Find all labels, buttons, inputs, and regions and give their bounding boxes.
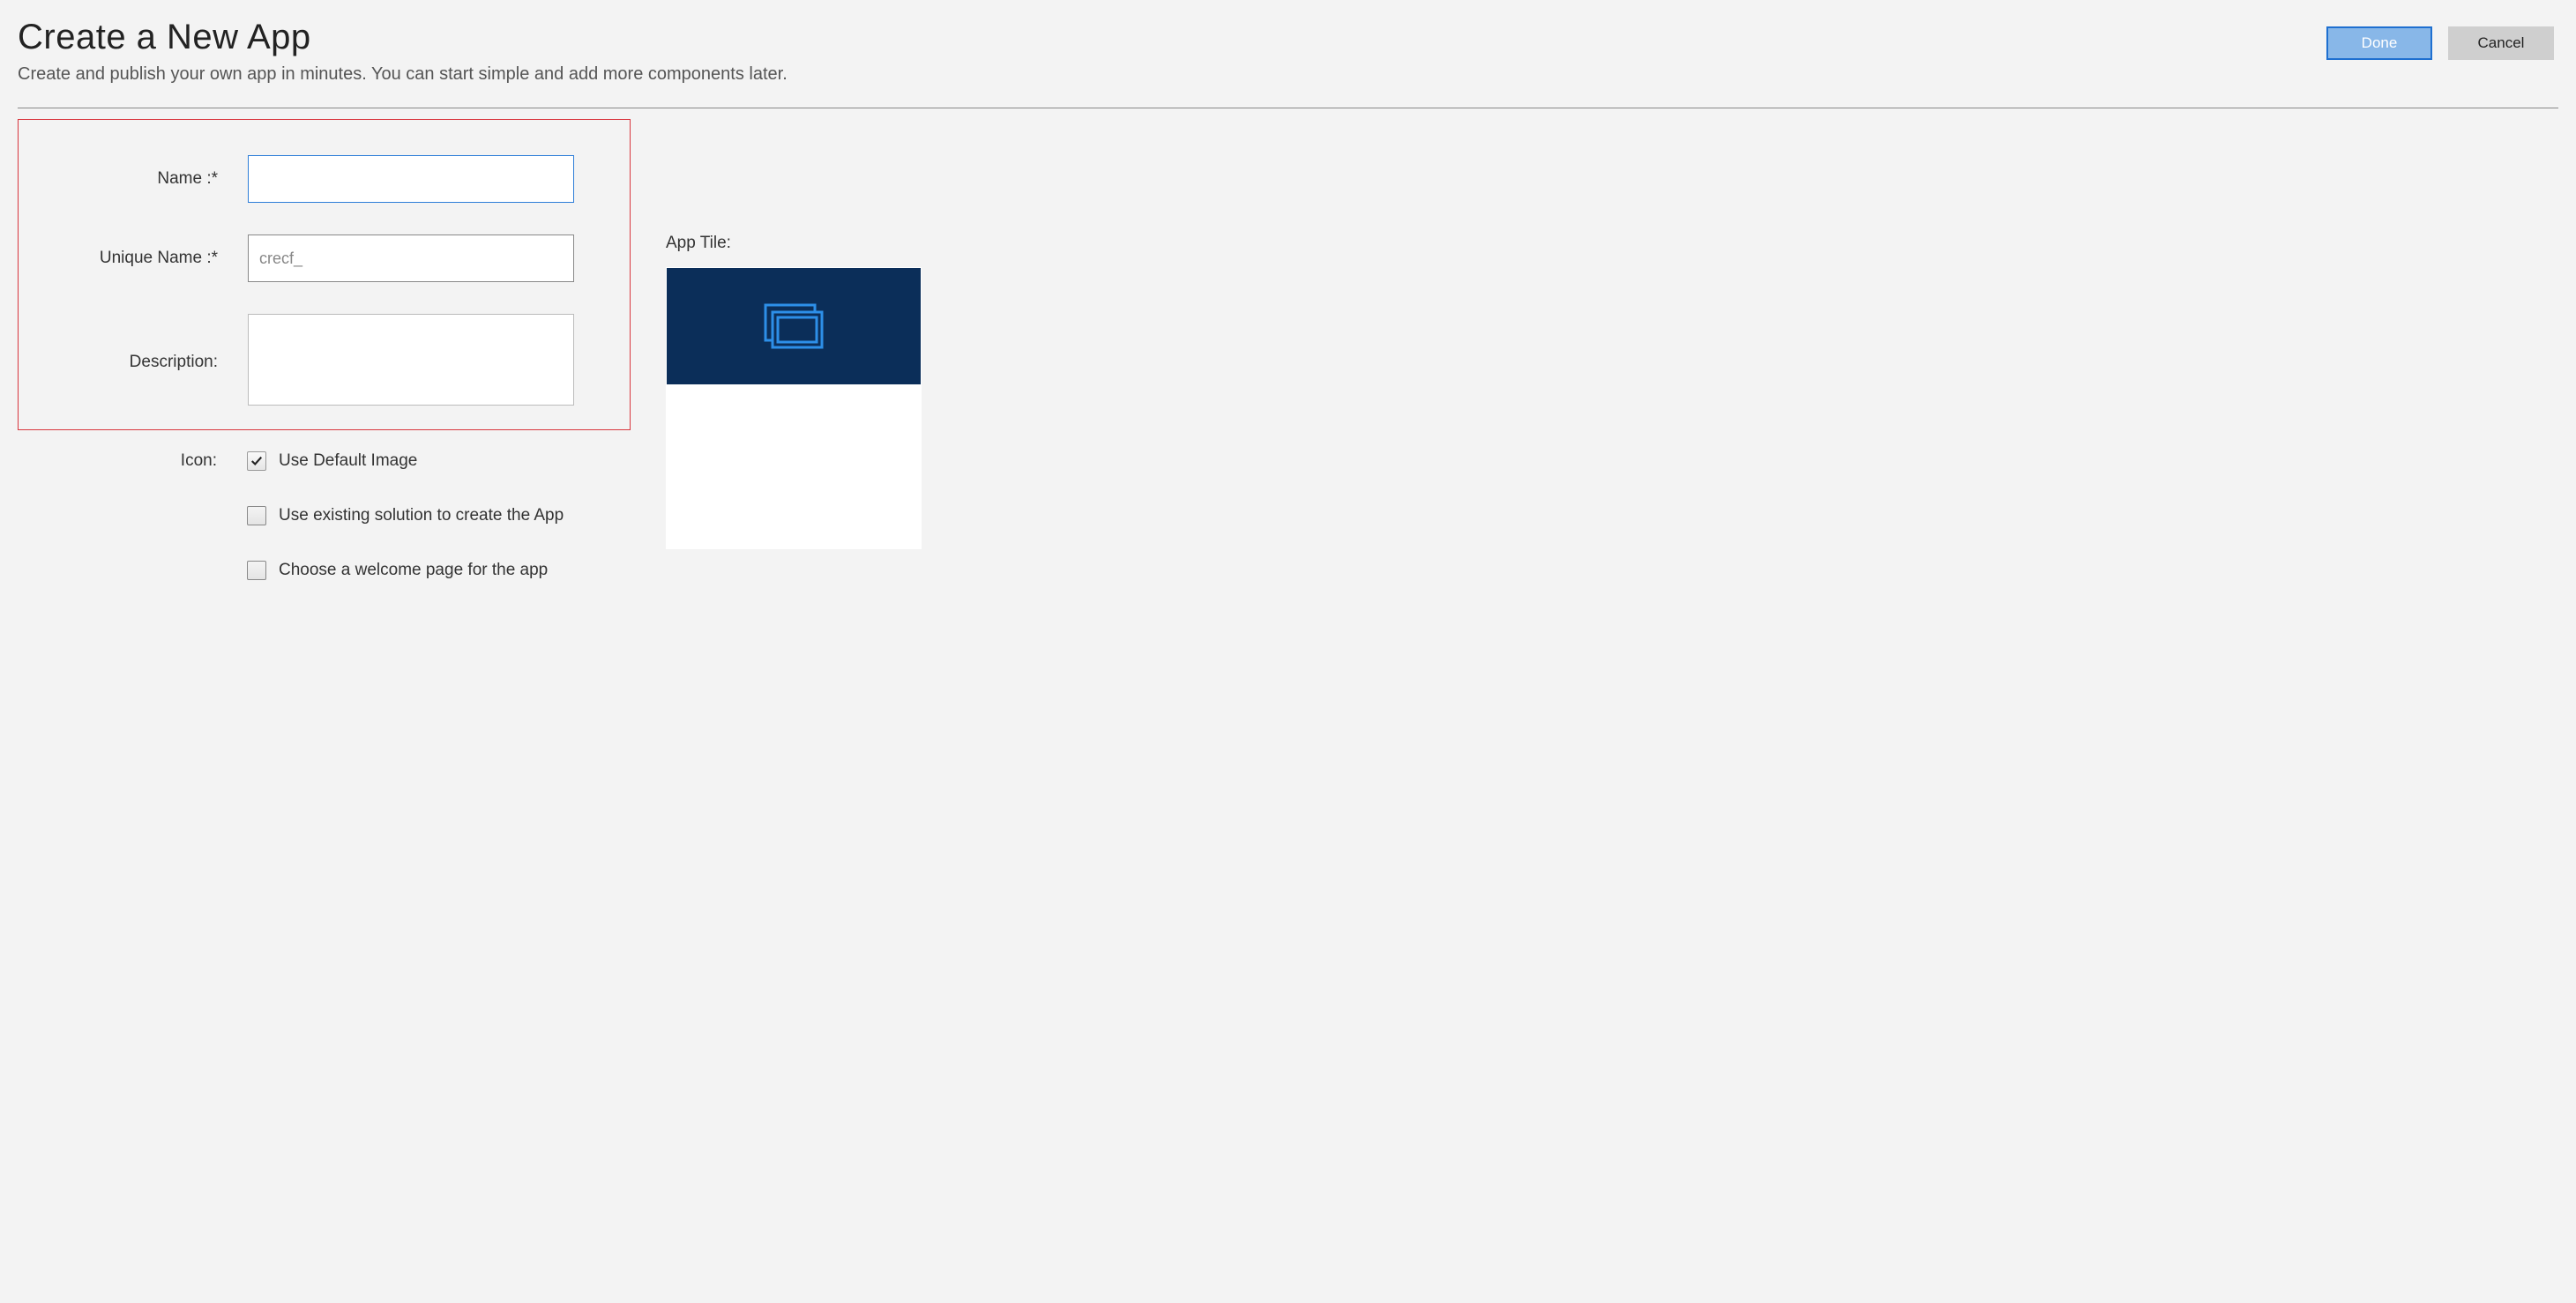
- page-subtitle: Create and publish your own app in minut…: [18, 64, 788, 85]
- required-fields-highlight: Name :* Unique Name :* Description:: [18, 119, 631, 430]
- app-tile-label: App Tile:: [666, 234, 922, 253]
- check-icon: [250, 455, 263, 467]
- use-existing-solution-checkbox[interactable]: [247, 506, 266, 525]
- description-input[interactable]: [248, 314, 574, 406]
- name-input[interactable]: [248, 155, 574, 203]
- choose-welcome-page-label: Choose a welcome page for the app: [279, 561, 548, 580]
- icon-label: Icon:: [44, 451, 247, 471]
- page-title: Create a New App: [18, 18, 788, 57]
- unique-name-label: Unique Name :*: [45, 249, 248, 268]
- cancel-button[interactable]: Cancel: [2448, 26, 2554, 60]
- description-label: Description:: [45, 353, 248, 372]
- done-button[interactable]: Done: [2326, 26, 2432, 60]
- use-existing-solution-label: Use existing solution to create the App: [279, 506, 564, 525]
- app-tile-preview: [666, 267, 922, 549]
- unique-name-input[interactable]: [248, 235, 574, 282]
- app-tile-icon: [758, 300, 829, 353]
- use-default-image-checkbox[interactable]: [247, 451, 266, 471]
- choose-welcome-page-checkbox[interactable]: [247, 561, 266, 580]
- name-label: Name :*: [45, 169, 248, 189]
- use-default-image-label: Use Default Image: [279, 451, 417, 471]
